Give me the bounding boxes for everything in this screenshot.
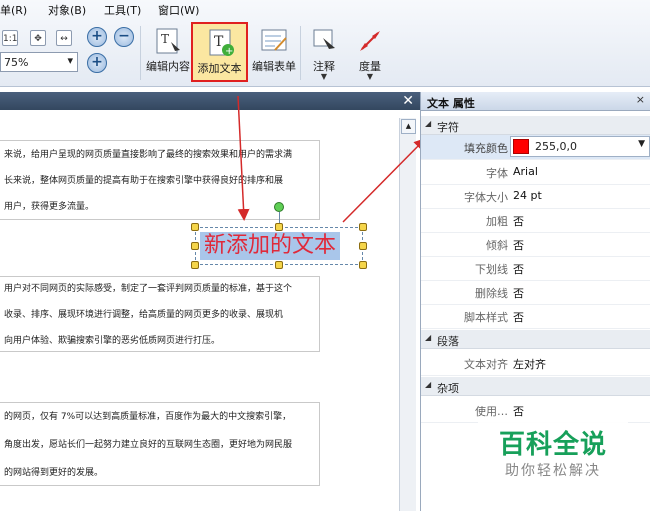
property-row-strikethrough[interactable]: 删除线 否 [421,280,650,305]
property-value: 否 [513,239,524,252]
property-row-italic[interactable]: 倾斜 否 [421,232,650,257]
property-key: 字体 [486,167,508,180]
category-label: 杂项 [437,382,459,395]
watermark-title: 百科全说 [498,430,607,460]
property-key: 倾斜 [486,239,508,252]
color-value: 255,0,0 [535,140,577,153]
category-label: 段落 [437,335,459,348]
property-key: 下划线 [475,263,508,276]
property-key: 文本对齐 [464,358,508,371]
property-row-script-style[interactable]: 脚本样式 否 [421,304,650,329]
property-key: 使用… [475,405,508,418]
collapse-triangle-icon[interactable]: ◢ [425,333,431,342]
property-value: 24 pt [513,189,542,202]
panel-title-bar: 文本 属性 × [421,92,650,111]
property-row-underline[interactable]: 下划线 否 [421,256,650,281]
property-key: 填充颜色 [464,142,508,155]
color-swatch [513,139,529,154]
watermark-subtitle: 助你轻松解决 [505,463,601,479]
collapse-triangle-icon[interactable]: ◢ [425,119,431,128]
panel-title: 文本 属性 [427,97,475,110]
property-value: Arial [513,165,538,178]
property-key: 加粗 [486,215,508,228]
property-value: 否 [513,287,524,300]
property-row-text-align[interactable]: 文本对齐 左对齐 [421,351,650,376]
arrow-to-text [237,95,250,221]
category-paragraph[interactable]: ◢ 段落 [421,330,650,349]
property-row-bold[interactable]: 加粗 否 [421,208,650,233]
property-value: 否 [513,311,524,324]
property-row-font-size[interactable]: 字体大小 24 pt [421,184,650,209]
close-icon[interactable]: × [636,93,645,106]
property-value: 否 [513,215,524,228]
property-row-fill-color[interactable]: 填充颜色 255,0,0 ▼ [421,135,650,160]
category-label: 字符 [437,121,459,134]
arrow-to-fill-color [342,137,427,223]
category-character[interactable]: ◢ 字符 [421,116,650,135]
property-value: 否 [513,405,524,418]
collapse-triangle-icon[interactable]: ◢ [425,380,431,389]
property-value: 左对齐 [513,358,546,371]
watermark-logo: 百科全说 助你轻松解决 [478,420,628,490]
property-value: 否 [513,263,524,276]
category-misc[interactable]: ◢ 杂项 [421,377,650,396]
property-key: 脚本样式 [464,311,508,324]
property-key: 删除线 [475,287,508,300]
property-key: 字体大小 [464,191,508,204]
color-picker[interactable]: 255,0,0 ▼ [510,136,650,157]
property-row-font[interactable]: 字体 Arial [421,160,650,185]
chevron-down-icon[interactable]: ▼ [638,139,645,149]
